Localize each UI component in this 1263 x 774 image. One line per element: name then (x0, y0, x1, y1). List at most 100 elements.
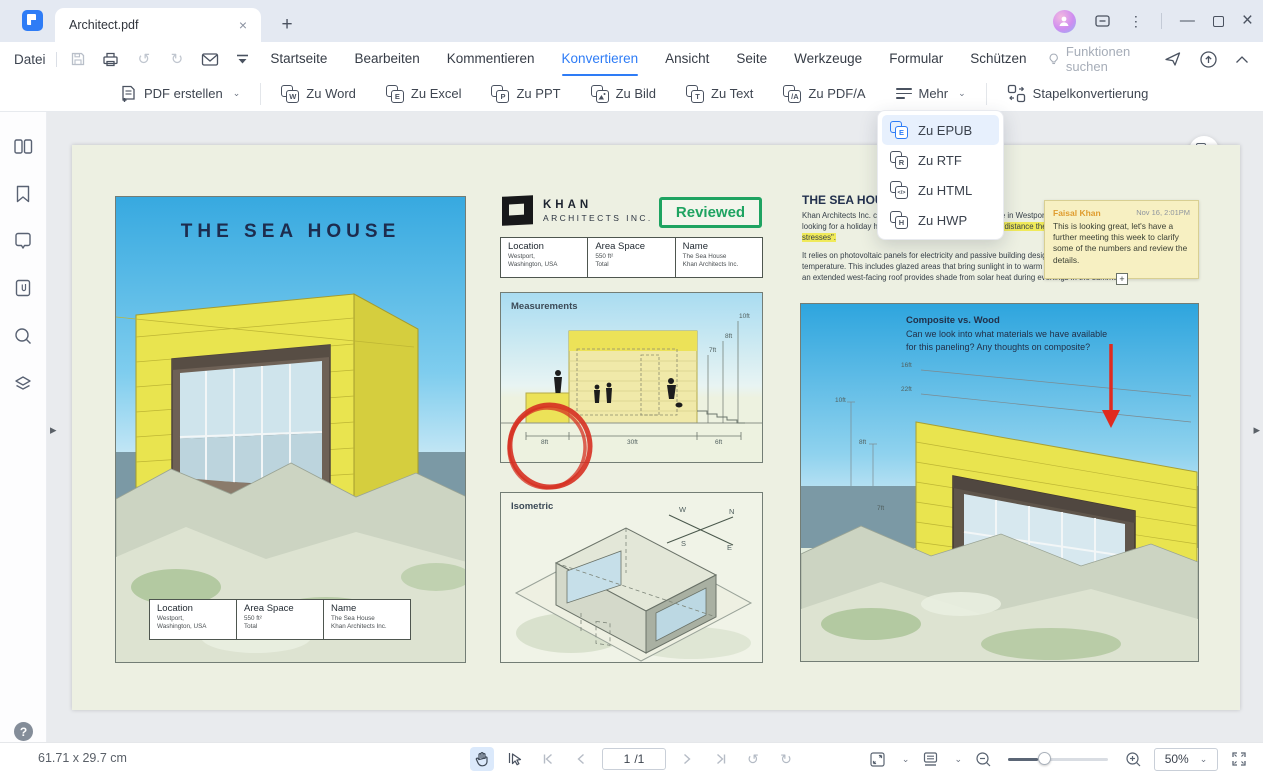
to-word-button[interactable]: W Zu Word (281, 85, 356, 103)
document-viewport[interactable]: ▸ ▸ W THE SEA HOUSE (47, 112, 1263, 742)
bookmark-icon[interactable] (13, 184, 34, 205)
to-pdfa-button[interactable]: /A Zu PDF/A (783, 85, 865, 103)
comment-icon[interactable] (13, 231, 34, 252)
mail-icon[interactable] (198, 48, 221, 71)
next-page-button[interactable] (675, 747, 699, 771)
dim-h8ft: 8ft (725, 333, 732, 340)
batch-icon (1007, 84, 1026, 103)
document-tab[interactable]: Architect.pdf × (55, 8, 261, 42)
search-icon[interactable] (13, 326, 34, 347)
new-tab-button[interactable]: + (276, 14, 298, 36)
main-menu: Startseite Bearbeiten Kommentieren Konve… (270, 42, 1026, 76)
zoom-level-select[interactable]: 50%⌄ (1154, 748, 1218, 771)
create-pdf-button[interactable]: PDF erstellen⌄ (120, 85, 240, 103)
collapse-toolbar-icon[interactable] (1235, 55, 1249, 64)
rotate-left-icon[interactable]: ↺ (741, 747, 765, 771)
print-icon[interactable] (99, 48, 122, 71)
cover-house-illustration (116, 197, 466, 663)
firm-logo-block: KHAN ARCHITECTS INC. (502, 196, 653, 225)
to-image-button[interactable]: Zu Bild (591, 85, 656, 103)
dim-10ft-r: 10ft (835, 397, 846, 404)
image-doc-icon (591, 85, 609, 103)
menu-schuetzen[interactable]: Schützen (970, 42, 1026, 76)
fullscreen-button[interactable] (1227, 747, 1251, 771)
pdf-page: THE SEA HOUSE (72, 145, 1240, 710)
rotate-right-icon[interactable]: ↻ (774, 747, 798, 771)
menu-formular[interactable]: Formular (889, 42, 943, 76)
zoom-slider[interactable] (1008, 758, 1108, 761)
page-number-input[interactable]: 1/1 (602, 748, 666, 770)
more-options-icon[interactable]: ⋮ (1129, 13, 1143, 30)
page-view-mode-button[interactable] (918, 747, 942, 771)
redo-icon[interactable]: ↻ (165, 48, 188, 71)
fit-options-chevron-icon[interactable]: ⌄ (902, 754, 910, 765)
statusbar: 61.71 x 29.7 cm 1/1 ↺ (0, 742, 1263, 774)
maximize-button[interactable] (1213, 16, 1224, 27)
undo-icon[interactable]: ↺ (132, 48, 155, 71)
menu-startseite[interactable]: Startseite (270, 42, 327, 76)
menu-konvertieren[interactable]: Konvertieren (562, 42, 639, 76)
zoom-slider-knob[interactable] (1038, 752, 1051, 765)
toolbar-expand-icon[interactable] (231, 48, 254, 71)
upload-cloud-icon[interactable] (1199, 50, 1218, 69)
compass-s: S (681, 539, 686, 548)
ppt-doc-icon: P (491, 85, 509, 103)
menu-item-zu-rtf[interactable]: R Zu RTF (882, 145, 999, 175)
share-icon[interactable] (1164, 50, 1182, 68)
zoom-in-button[interactable] (1121, 747, 1145, 771)
menu-ansicht[interactable]: Ansicht (665, 42, 709, 76)
select-tool-button[interactable] (503, 747, 527, 771)
close-button[interactable]: × (1242, 14, 1253, 28)
last-page-button[interactable] (708, 747, 732, 771)
cover-info-table: LocationWestport,Washington, USA Area Sp… (149, 599, 411, 640)
thumbnails-icon[interactable] (13, 137, 34, 158)
batch-convert-button[interactable]: Stapelkonvertierung (1007, 84, 1149, 103)
pdfa-doc-icon: /A (783, 85, 801, 103)
view-options-chevron-icon[interactable]: ⌄ (954, 754, 962, 765)
fit-page-button[interactable] (866, 747, 890, 771)
note-expand-icon[interactable]: + (1116, 273, 1128, 285)
panel-expand-arrow-icon[interactable]: ▸ (50, 422, 57, 438)
to-excel-button[interactable]: E Zu Excel (386, 85, 462, 103)
menubar: Datei ↺ ↻ Startseite Bearbeiten Kommenti… (0, 42, 1263, 76)
reviewed-stamp[interactable]: Reviewed (659, 197, 762, 228)
menu-datei[interactable]: Datei (14, 52, 46, 67)
lightbulb-icon (1047, 52, 1060, 67)
word-doc-icon: W (281, 85, 299, 103)
create-pdf-icon (120, 85, 137, 103)
menu-item-zu-epub[interactable]: E Zu EPUB (882, 115, 999, 145)
menu-item-zu-html[interactable]: </> Zu HTML (882, 175, 999, 205)
attachment-icon[interactable] (13, 278, 34, 299)
more-conversions-button[interactable]: Mehr⌄ (896, 86, 966, 101)
mid-info-table: LocationWestport,Washington, USA Area Sp… (500, 237, 763, 278)
first-page-button[interactable] (536, 747, 560, 771)
zoom-out-button[interactable] (971, 747, 995, 771)
minimize-button[interactable]: — (1180, 16, 1195, 26)
menu-seite[interactable]: Seite (736, 42, 767, 76)
excel-doc-icon: E (386, 85, 404, 103)
app-logo-icon[interactable] (22, 10, 43, 31)
help-button[interactable]: ? (14, 722, 33, 741)
dim-10ft: 10ft (739, 313, 750, 320)
feature-search[interactable]: Funktionen suchen (1047, 44, 1164, 74)
menu-kommentieren[interactable]: Kommentieren (447, 42, 535, 76)
hand-tool-button[interactable] (470, 747, 494, 771)
composite-title: Composite vs. Wood (906, 315, 1000, 326)
previous-page-button[interactable] (569, 747, 593, 771)
feedback-icon[interactable] (1094, 13, 1111, 30)
panel-expand-arrow-right-icon[interactable]: ▸ (1253, 422, 1260, 438)
dim-8ft-r: 8ft (859, 439, 866, 446)
to-ppt-button[interactable]: P Zu PPT (491, 85, 560, 103)
user-avatar[interactable] (1053, 10, 1076, 33)
menu-werkzeuge[interactable]: Werkzeuge (794, 42, 862, 76)
feature-search-label: Funktionen suchen (1066, 44, 1164, 74)
save-icon[interactable] (66, 48, 89, 71)
tab-close-icon[interactable]: × (235, 17, 251, 33)
firm-logo-icon (502, 195, 533, 226)
menu-bearbeiten[interactable]: Bearbeiten (354, 42, 419, 76)
to-text-button[interactable]: T Zu Text (686, 85, 753, 103)
sticky-note-comment[interactable]: Faisal Khan Nov 16, 2:01PM This is looki… (1044, 200, 1199, 279)
layers-icon[interactable] (13, 374, 34, 395)
menu-item-zu-hwp[interactable]: H Zu HWP (882, 205, 999, 235)
hwp-doc-icon: H (890, 211, 908, 229)
